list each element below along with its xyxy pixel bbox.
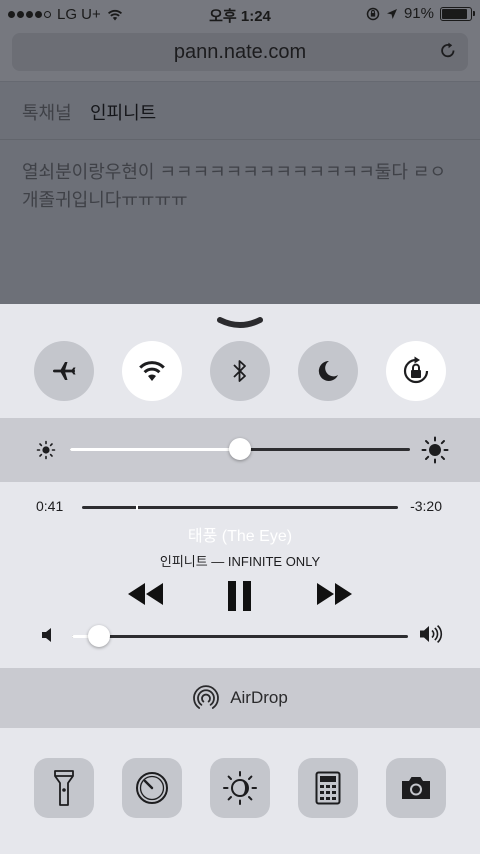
- night-shift-icon: [223, 771, 257, 805]
- battery-icon: [440, 6, 475, 21]
- timer-icon: [136, 772, 168, 804]
- brightness-panel: [0, 418, 480, 482]
- rotation-lock-status-icon: [366, 7, 380, 20]
- browser-toolbar: pann.nate.com: [0, 30, 480, 82]
- night-shift-button[interactable]: [210, 758, 270, 818]
- rotation-lock-icon: [403, 356, 429, 384]
- airplane-mode-toggle[interactable]: [34, 341, 94, 401]
- wifi-icon: [139, 361, 165, 381]
- flashlight-icon: [54, 770, 74, 806]
- flashlight-button[interactable]: [34, 758, 94, 818]
- volume-high-icon: [420, 625, 443, 643]
- address-bar[interactable]: pann.nate.com: [12, 33, 468, 71]
- bluetooth-icon: [233, 360, 246, 382]
- battery-percent: 91%: [403, 5, 434, 22]
- brightness-low-icon: [36, 440, 56, 460]
- camera-icon: [402, 777, 430, 799]
- reload-icon[interactable]: [438, 41, 458, 61]
- bluetooth-toggle[interactable]: [210, 341, 270, 401]
- page-tabs: 톡채널 인피니트: [0, 82, 480, 140]
- calculator-button[interactable]: [298, 758, 358, 818]
- tab-infinite[interactable]: 인피니트: [90, 99, 156, 125]
- airdrop-button[interactable]: AirDrop: [0, 668, 480, 728]
- status-bar: LG U+ 오후 1:24 91%: [0, 0, 480, 30]
- tab-talk-channel[interactable]: 톡채널: [22, 99, 72, 125]
- remaining-time: -3:20: [410, 498, 442, 514]
- playback-scrubber[interactable]: [82, 505, 398, 510]
- airplane-icon: [53, 362, 76, 380]
- post-text: 열쇠분이랑우현이 ㅋㅋㅋㅋㅋㅋㅋㅋㅋㅋㅋㅋㅋ둘다 ㄹㅇ개졸귀입니다ㅠㅠㅠㅠ: [22, 162, 446, 210]
- do-not-disturb-toggle[interactable]: [298, 341, 358, 401]
- now-playing-panel: 0:41 -3:20 태풍 (The Eye) 인피니트 — INFINITE …: [0, 482, 480, 668]
- location-arrow-icon: [386, 8, 397, 19]
- url-text: pann.nate.com: [173, 41, 307, 63]
- camera-button[interactable]: [386, 758, 446, 818]
- volume-slider-thumb[interactable]: [87, 625, 110, 647]
- airdrop-icon: [193, 685, 220, 709]
- wifi-toggle[interactable]: [122, 341, 182, 401]
- grabber-chevron-icon[interactable]: [216, 316, 264, 330]
- artist-album: 인피니트 — INFINITE ONLY: [159, 554, 321, 569]
- song-title: 태풍 (The Eye): [187, 528, 293, 545]
- control-center: 0:41 -3:20 태풍 (The Eye) 인피니트 — INFINITE …: [0, 304, 480, 854]
- fast-forward-button[interactable]: [314, 580, 354, 608]
- pause-button[interactable]: [226, 580, 254, 612]
- elapsed-time: 0:41: [36, 498, 64, 514]
- timer-button[interactable]: [122, 758, 182, 818]
- rewind-button[interactable]: [126, 580, 166, 608]
- volume-slider[interactable]: [72, 635, 408, 638]
- airdrop-label: AirDrop: [230, 688, 288, 707]
- brightness-high-icon: [421, 436, 449, 464]
- volume-low-icon: [42, 628, 51, 642]
- moon-icon: [318, 360, 338, 381]
- rotation-lock-toggle[interactable]: [386, 341, 446, 401]
- calculator-icon: [315, 771, 341, 805]
- brightness-slider-thumb[interactable]: [229, 438, 251, 460]
